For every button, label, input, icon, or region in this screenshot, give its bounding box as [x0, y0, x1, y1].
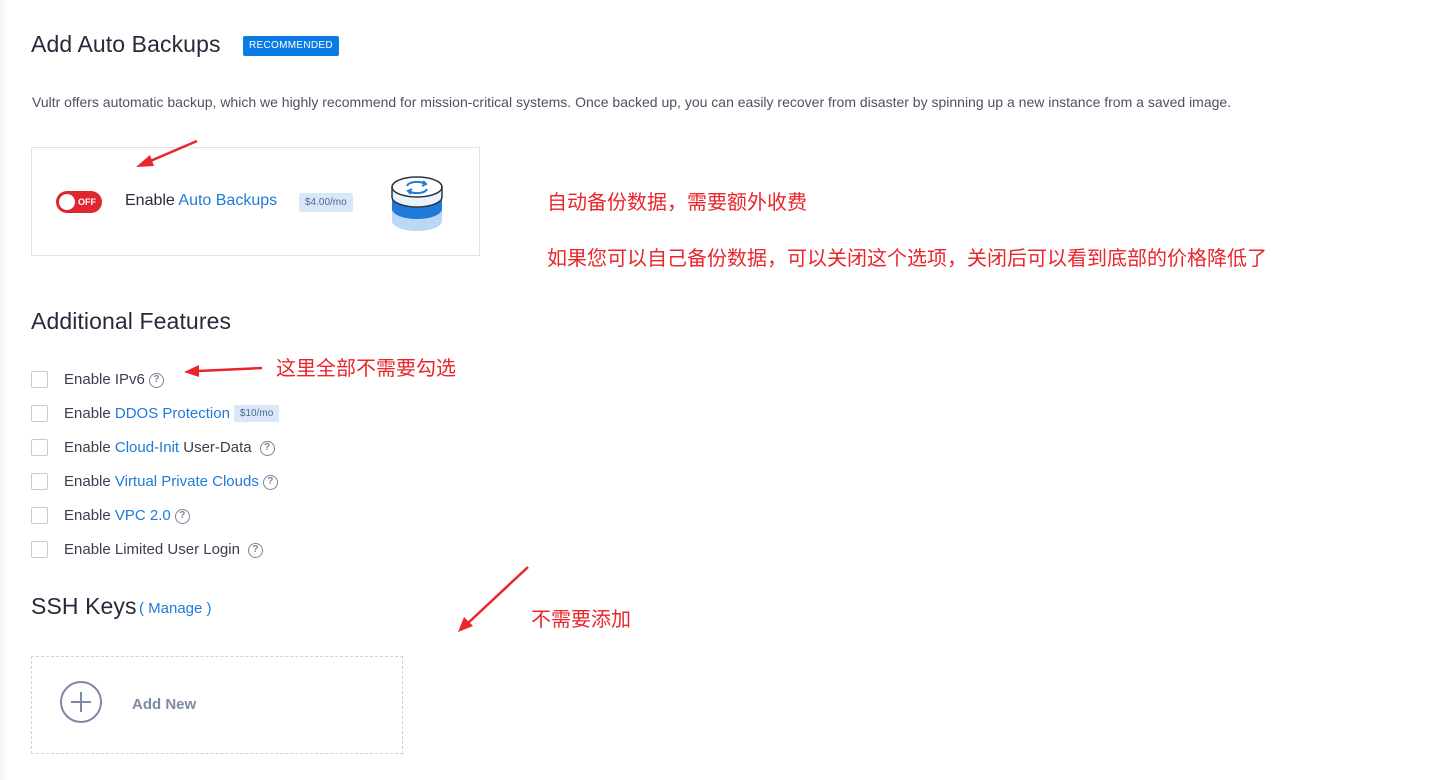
feature-prefix: Enable: [64, 371, 115, 388]
virtual-private-clouds-link[interactable]: Virtual Private Clouds: [115, 473, 259, 490]
annotation-ssh-none: 不需要添加: [531, 607, 631, 631]
help-icon[interactable]: ?: [259, 440, 275, 456]
feature-prefix: Enable: [64, 507, 115, 524]
annotation-backup-optional: 如果您可以自己备份数据，可以关闭这个选项，关闭后可以看到底部的价格降低了: [547, 246, 1267, 270]
limited-user-login-checkbox[interactable]: [31, 541, 48, 558]
enable-auto-backups-label: Enable Auto Backups: [125, 192, 277, 210]
enable-prefix: Enable: [125, 192, 179, 209]
feature-prefix: Enable: [64, 541, 115, 558]
recommended-badge: RECOMMENDED: [243, 36, 339, 56]
left-edge-shadow: [0, 0, 8, 780]
add-ssh-key-card[interactable]: Add New: [31, 656, 403, 754]
feature-prefix: Enable: [64, 405, 115, 422]
feature-prefix: Enable: [64, 439, 115, 456]
ddos-protection-link[interactable]: DDOS Protection: [115, 405, 230, 422]
feature-label: Enable VPC 2.0?: [64, 507, 190, 524]
feature-suffix: User-Data: [179, 439, 252, 456]
manage-ssh-keys-link[interactable]: ( Manage ): [139, 600, 212, 617]
ddos-checkbox[interactable]: [31, 405, 48, 422]
help-icon[interactable]: ?: [148, 372, 164, 388]
toggle-knob: [59, 194, 75, 210]
help-icon[interactable]: ?: [262, 474, 278, 490]
vpc-checkbox[interactable]: [31, 473, 48, 490]
feature-prefix: Enable: [64, 473, 115, 490]
feature-label: Enable Cloud-Init User-Data?: [64, 439, 275, 456]
feature-label: Enable DDOS Protection $10/mo: [64, 405, 280, 422]
vpc2-checkbox[interactable]: [31, 507, 48, 524]
arrow-to-features-icon: [184, 365, 263, 377]
auto-backups-price: $4.00/mo: [299, 193, 353, 212]
feature-label: Enable IPv6?: [64, 371, 164, 388]
feature-label: Enable Virtual Private Clouds?: [64, 473, 278, 490]
auto-backups-description: Vultr offers automatic backup, which we …: [32, 94, 1232, 110]
ipv6-checkbox[interactable]: [31, 371, 48, 388]
help-icon[interactable]: ?: [247, 542, 263, 558]
auto-backups-card[interactable]: OFF Enable Auto Backups $4.00/mo: [31, 147, 480, 256]
feature-label: Enable Limited User Login?: [64, 541, 263, 558]
annotation-features-none: 这里全部不需要勾选: [276, 356, 456, 380]
arrow-to-ssh-icon: [458, 566, 529, 632]
additional-features-title: Additional Features: [31, 308, 232, 334]
database-sync-icon: [391, 176, 443, 231]
ddos-price: $10/mo: [233, 405, 280, 422]
annotation-backup-fee: 自动备份数据，需要额外收费: [547, 190, 807, 214]
help-icon[interactable]: ?: [174, 508, 190, 524]
plus-circle-icon: [60, 681, 102, 723]
auto-backups-title: Add Auto Backups: [31, 31, 221, 57]
cloud-init-link[interactable]: Cloud-Init: [115, 439, 179, 456]
feature-suffix: Limited User Login: [114, 541, 240, 558]
auto-backups-toggle[interactable]: OFF: [56, 191, 102, 213]
ssh-keys-title: SSH Keys: [31, 593, 137, 619]
feature-suffix: IPv6: [114, 371, 145, 388]
add-new-label: Add New: [132, 696, 197, 713]
vpc2-link[interactable]: VPC 2.0: [115, 507, 171, 524]
cloud-init-checkbox[interactable]: [31, 439, 48, 456]
auto-backups-link[interactable]: Auto Backups: [178, 192, 277, 209]
toggle-state-label: OFF: [78, 197, 96, 207]
